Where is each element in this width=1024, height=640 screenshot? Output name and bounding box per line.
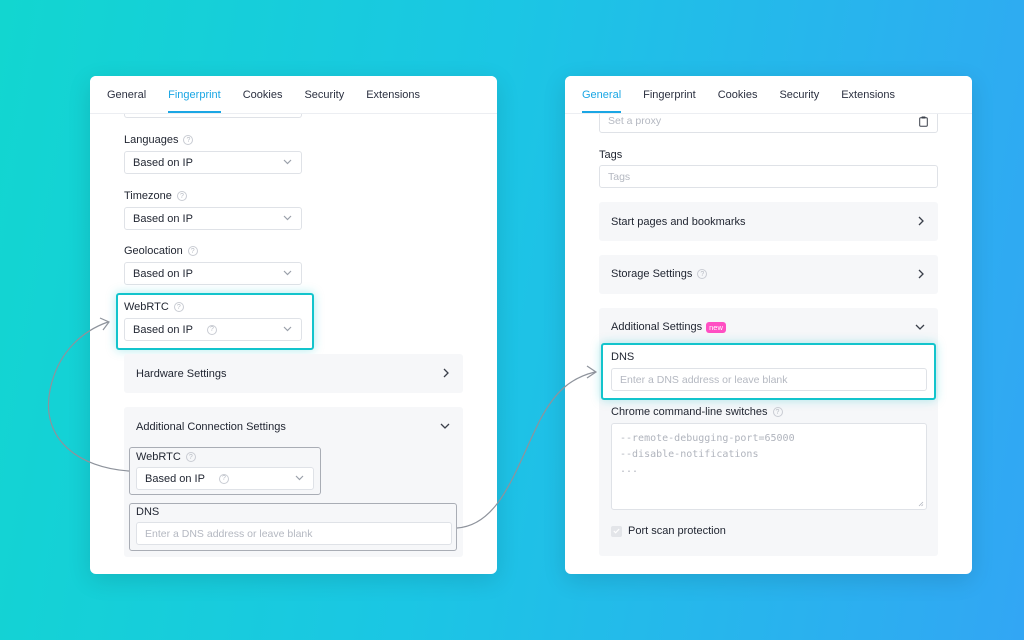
nested-webrtc-label-text: WebRTC <box>136 451 181 463</box>
geolocation-label-text: Geolocation <box>124 245 183 257</box>
tab-fingerprint[interactable]: Fingerprint <box>168 89 221 113</box>
storage-settings-section[interactable]: Storage Settings ? <box>599 255 938 294</box>
chevron-down-icon <box>283 326 292 332</box>
tab-cookies[interactable]: Cookies <box>718 89 758 113</box>
tab-extensions[interactable]: Extensions <box>366 89 420 113</box>
storage-settings-title: Storage Settings <box>611 268 693 280</box>
nested-dns-input[interactable]: Enter a DNS address or leave blank <box>136 522 452 545</box>
tab-bar: General Fingerprint Cookies Security Ext… <box>565 76 972 114</box>
chevron-down-icon <box>283 215 292 221</box>
help-icon[interactable]: ? <box>772 407 783 417</box>
switch-line: ... <box>620 464 639 475</box>
help-icon[interactable]: ? <box>697 269 708 279</box>
additional-settings-heading: Additional Settings new <box>611 321 726 333</box>
webrtc-select[interactable]: Based on IP ? <box>124 318 302 341</box>
tab-security[interactable]: Security <box>304 89 344 113</box>
tab-general[interactable]: General <box>107 89 146 113</box>
checkmark-icon <box>613 528 620 534</box>
timezone-select[interactable]: Based on IP <box>124 207 302 230</box>
storage-settings-heading: Storage Settings ? <box>611 268 708 280</box>
languages-label-text: Languages <box>124 134 179 146</box>
switch-line: --disable-notifications <box>620 448 759 460</box>
languages-value: Based on IP <box>133 156 193 169</box>
chevron-down-icon[interactable] <box>915 324 925 330</box>
port-scan-row[interactable]: Port scan protection <box>611 525 726 537</box>
additional-settings-title: Additional Settings <box>611 321 703 333</box>
chrome-switches-textarea[interactable]: --remote-debugging-port=65000 --disable-… <box>611 423 927 510</box>
nested-webrtc-label: WebRTC ? <box>136 451 196 463</box>
nested-webrtc-value: Based on IP <box>145 472 205 485</box>
start-pages-section[interactable]: Start pages and bookmarks <box>599 202 938 241</box>
help-icon[interactable]: ? <box>218 473 229 484</box>
help-icon[interactable]: ? <box>176 191 187 201</box>
geolocation-select[interactable]: Based on IP <box>124 262 302 285</box>
clipboard-icon[interactable] <box>919 116 928 127</box>
tags-label: Tags <box>599 149 623 161</box>
timezone-label: Timezone ? <box>124 190 187 202</box>
geolocation-label: Geolocation ? <box>124 245 198 257</box>
geolocation-value: Based on IP <box>133 267 193 280</box>
proxy-placeholder: Set a proxy <box>608 115 662 127</box>
chevron-down-icon <box>295 475 304 481</box>
webrtc-value: Based on IP <box>133 323 193 336</box>
webrtc-label-text: WebRTC <box>124 301 169 313</box>
tags-input[interactable]: Tags <box>599 165 938 188</box>
tab-cookies[interactable]: Cookies <box>243 89 283 113</box>
timezone-label-text: Timezone <box>124 190 172 202</box>
tab-bar: General Fingerprint Cookies Security Ext… <box>90 76 497 114</box>
hardware-settings-title: Hardware Settings <box>136 368 227 380</box>
resize-handle-icon[interactable] <box>918 501 924 507</box>
chevron-down-icon[interactable] <box>440 423 450 429</box>
nested-dns-label: DNS <box>136 506 160 518</box>
dns-input[interactable]: Enter a DNS address or leave blank <box>611 368 927 391</box>
port-scan-label: Port scan protection <box>628 525 726 537</box>
switch-line: --remote-debugging-port=65000 <box>620 433 795 444</box>
chevron-down-icon <box>283 270 292 276</box>
help-icon[interactable]: ? <box>183 135 194 145</box>
tab-extensions[interactable]: Extensions <box>841 89 895 113</box>
timezone-value: Based on IP <box>133 212 193 225</box>
help-icon[interactable]: ? <box>173 302 184 312</box>
hardware-settings-section[interactable]: Hardware Settings <box>124 354 463 393</box>
chrome-switches-label-text: Chrome command-line switches <box>611 406 768 418</box>
help-icon[interactable]: ? <box>187 246 198 256</box>
fingerprint-settings-panel: General Fingerprint Cookies Security Ext… <box>90 76 497 574</box>
new-badge: new <box>706 321 726 333</box>
help-icon[interactable]: ? <box>185 452 196 462</box>
chevron-right-icon <box>918 216 924 226</box>
help-icon[interactable]: ? <box>206 324 217 335</box>
chevron-right-icon <box>918 269 924 279</box>
languages-select[interactable]: Based on IP <box>124 151 302 174</box>
tab-fingerprint[interactable]: Fingerprint <box>643 89 696 113</box>
nested-webrtc-select[interactable]: Based on IP ? <box>136 467 314 490</box>
chevron-down-icon <box>283 159 292 165</box>
chrome-switches-label: Chrome command-line switches ? <box>611 406 783 418</box>
general-settings-panel: General Fingerprint Cookies Security Ext… <box>565 76 972 574</box>
port-scan-checkbox[interactable] <box>611 525 622 537</box>
tab-security[interactable]: Security <box>779 89 819 113</box>
languages-label: Languages ? <box>124 134 194 146</box>
start-pages-title: Start pages and bookmarks <box>611 216 746 228</box>
webrtc-label: WebRTC ? <box>124 301 184 313</box>
chevron-right-icon <box>443 368 449 378</box>
dns-label: DNS <box>611 351 635 363</box>
tab-general[interactable]: General <box>582 89 622 113</box>
additional-connection-title: Additional Connection Settings <box>136 421 286 433</box>
